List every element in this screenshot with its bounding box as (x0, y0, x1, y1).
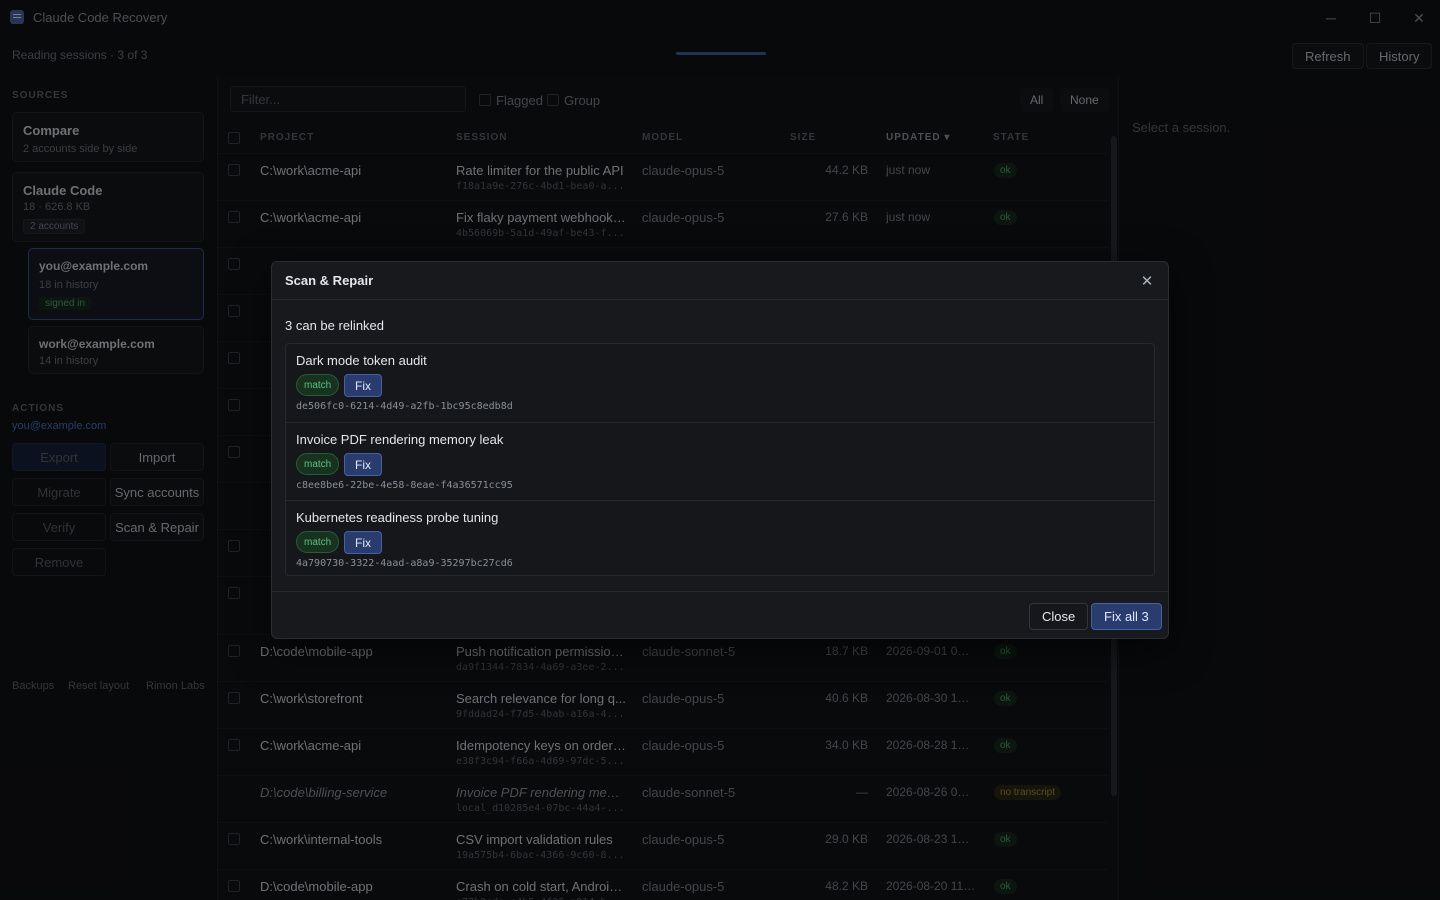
item-uuid: de506fc0-6214-4d49-a2fb-1bc95c8edb8d (296, 401, 513, 412)
fix-button[interactable]: Fix (344, 531, 382, 554)
item-name: Dark mode token audit (296, 353, 427, 368)
fix-all-button[interactable]: Fix all 3 (1091, 603, 1162, 630)
list-item: Dark mode token audit match Fix de506fc0… (286, 344, 1154, 422)
match-badge: match (296, 531, 340, 553)
list-item: Invoice PDF rendering memory leak match … (286, 422, 1154, 500)
fix-button[interactable]: Fix (344, 374, 382, 397)
item-name: Invoice PDF rendering memory leak (296, 432, 504, 447)
fix-button[interactable]: Fix (344, 453, 382, 476)
close-button[interactable]: Close (1029, 603, 1089, 630)
close-icon[interactable]: ✕ (1136, 270, 1158, 292)
scan-repair-dialog: Scan & Repair ✕ 3 can be relinked Dark m… (271, 261, 1169, 639)
relink-list: Dark mode token audit match Fix de506fc0… (285, 343, 1155, 576)
dialog-title: Scan & Repair (285, 273, 374, 288)
relink-summary: 3 can be relinked (285, 318, 385, 333)
list-item: Kubernetes readiness probe tuning match … (286, 500, 1154, 578)
item-uuid: c8ee8be6-22be-4e58-8eae-f4a36571cc95 (296, 480, 513, 491)
dialog-header: Scan & Repair ✕ (272, 262, 1168, 300)
item-uuid: 4a790730-3322-4aad-a8a9-35297bc27cd6 (296, 558, 513, 569)
item-name: Kubernetes readiness probe tuning (296, 510, 499, 525)
match-badge: match (296, 453, 340, 475)
match-badge: match (296, 374, 340, 396)
dialog-footer: Close Fix all 3 (272, 591, 1168, 638)
